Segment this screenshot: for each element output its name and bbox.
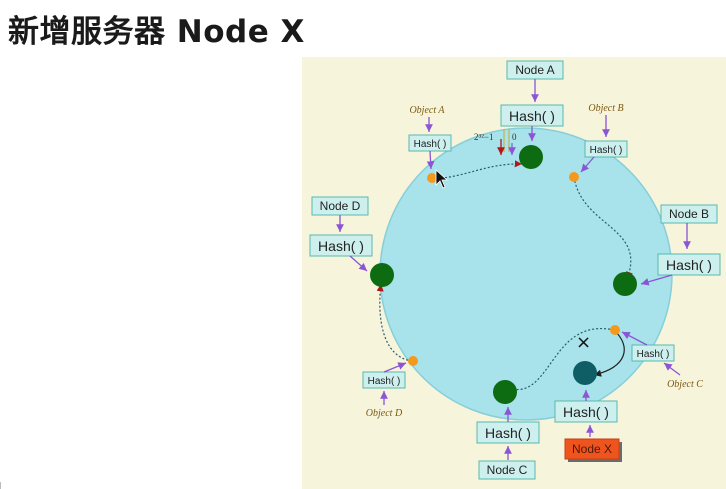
ring-max-label: 2³²−1 bbox=[474, 132, 493, 142]
object-a-point bbox=[427, 173, 437, 183]
hash-label: Hash( ) bbox=[637, 349, 670, 360]
node-b-label: Node B bbox=[669, 207, 709, 221]
node-a-label: Node A bbox=[515, 63, 554, 77]
object-c-label: Object C bbox=[667, 379, 703, 390]
hash-label: Hash( ) bbox=[485, 425, 531, 441]
node-c-point bbox=[493, 380, 517, 404]
page-title: 新增服务器 Node X bbox=[8, 14, 305, 50]
removed-mapping-mark: × bbox=[576, 332, 591, 353]
node-d-point bbox=[370, 263, 394, 287]
object-d-point bbox=[408, 356, 418, 366]
window-edge-mark bbox=[0, 482, 7, 489]
hash-label: Hash( ) bbox=[590, 145, 623, 156]
ring-zero-label: 0 bbox=[512, 132, 517, 142]
node-a-point bbox=[519, 145, 543, 169]
node-c-label: Node C bbox=[487, 463, 528, 477]
hash-label: Hash( ) bbox=[563, 404, 609, 420]
node-x-box-shadow bbox=[568, 459, 622, 462]
hash-label: Hash( ) bbox=[368, 376, 401, 387]
object-b-label: Object B bbox=[588, 103, 623, 114]
object-a-label: Object A bbox=[409, 105, 445, 116]
hash-label: Hash( ) bbox=[666, 257, 712, 273]
node-x-label: Node X bbox=[572, 442, 612, 456]
hash-label: Hash( ) bbox=[509, 108, 555, 124]
node-b-point bbox=[613, 272, 637, 296]
hash-label: Hash( ) bbox=[318, 238, 364, 254]
object-c-point bbox=[610, 325, 620, 335]
hash-label: Hash( ) bbox=[414, 139, 447, 150]
consistent-hash-ring-diagram: 2³²−1 0 × Node A Hash( ) Object A Hash( … bbox=[302, 57, 726, 489]
node-x-point bbox=[573, 361, 597, 385]
object-d-label: Object D bbox=[366, 408, 403, 419]
node-d-label: Node D bbox=[320, 199, 361, 213]
object-b-point bbox=[569, 172, 579, 182]
